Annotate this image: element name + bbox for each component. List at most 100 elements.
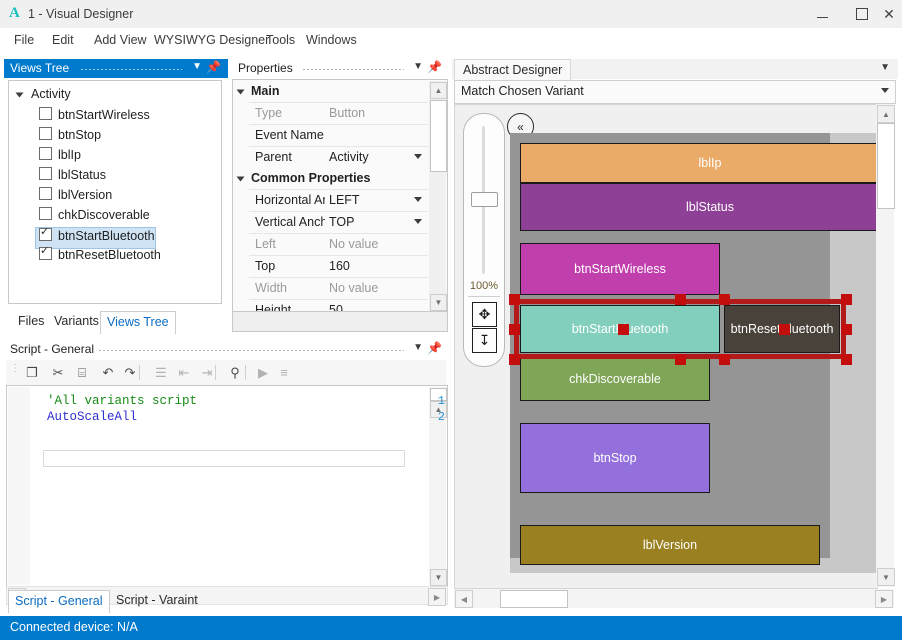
menu-item-tools[interactable]: Tools — [260, 28, 301, 53]
scroll-right-icon[interactable]: ▶ — [875, 590, 893, 608]
design-view-lblStatus[interactable]: lblStatus — [520, 183, 878, 231]
minimize-button[interactable] — [802, 0, 842, 28]
checkbox-btnStartBluetooth[interactable] — [39, 228, 52, 241]
selection-handle-nw[interactable] — [509, 294, 520, 305]
scroll-down-icon[interactable]: ▼ — [430, 294, 447, 311]
paste-icon[interactable]: ⌸ — [72, 363, 92, 382]
property-value[interactable]: LEFT — [329, 193, 360, 207]
chevron-expand-icon[interactable] — [237, 177, 245, 182]
chevron-down-icon[interactable]: ▼ — [413, 61, 423, 72]
selection-handle-ne[interactable] — [841, 294, 852, 305]
property-value[interactable]: Activity — [329, 150, 369, 164]
scroll-thumb[interactable] — [430, 100, 447, 172]
checkbox-chkDiscoverable[interactable] — [39, 207, 52, 220]
selection-handle-n[interactable] — [675, 294, 686, 305]
cut-icon[interactable]: ✂ — [48, 363, 68, 382]
views-tree-item-lblStatus[interactable]: lblStatus — [39, 167, 106, 187]
script-editor[interactable]: ▲ ▼ 1'All variants script2AutoScaleAll — [6, 385, 448, 587]
device-canvas[interactable]: lblIplblStatusbtnStartWirelessbtnStartBl… — [510, 133, 830, 558]
designer-canvas[interactable]: 100% ✥ ↧ « lblIplblStatusbtnStartWireles… — [454, 104, 878, 589]
tab-abstract-designer[interactable]: Abstract Designer — [454, 59, 571, 80]
bottom-tab-files[interactable]: Files — [12, 311, 50, 333]
designer-vscrollbar[interactable]: ▲ ▼ — [876, 104, 894, 587]
code-line[interactable]: AutoScaleAll — [47, 410, 137, 424]
chevron-down-icon[interactable] — [414, 219, 422, 224]
scroll-thumb[interactable] — [500, 590, 568, 608]
bottom-tab-variants[interactable]: Variants — [48, 311, 105, 333]
property-row-parent[interactable]: ParentActivity — [249, 146, 428, 169]
zoom-slider-thumb[interactable] — [471, 192, 498, 207]
search-icon[interactable]: ⚲ — [225, 363, 245, 382]
property-row-width[interactable]: WidthNo value — [249, 277, 428, 300]
selection-handle-se[interactable] — [841, 354, 852, 365]
property-row-left[interactable]: LeftNo value — [249, 233, 428, 256]
property-row-top[interactable]: Top160 — [249, 255, 428, 278]
selection-handle-w[interactable] — [509, 324, 520, 335]
property-value[interactable]: 160 — [329, 259, 350, 273]
views-tree-body[interactable]: Activity btnStartWirelessbtnStoplblIplbl… — [8, 80, 222, 304]
chevron-down-icon[interactable]: ▼ — [192, 61, 202, 72]
views-tree-item-lblIp[interactable]: lblIp — [39, 147, 81, 167]
checkbox-btnResetBluetooth[interactable] — [39, 247, 52, 260]
chevron-down-icon[interactable]: ▼ — [413, 342, 423, 353]
chevron-down-icon[interactable] — [414, 154, 422, 159]
chevron-down-icon[interactable] — [414, 197, 422, 202]
pin-icon[interactable]: 📌 — [206, 60, 221, 74]
code-line[interactable]: 'All variants script — [47, 394, 197, 408]
menu-item-file[interactable]: File — [8, 28, 40, 53]
selection-handle-s[interactable] — [675, 354, 686, 365]
variant-selector[interactable]: Match Chosen Variant — [454, 80, 896, 104]
scroll-down-icon[interactable]: ▼ — [877, 568, 895, 586]
checkbox-lblStatus[interactable] — [39, 167, 52, 180]
move-tool-icon[interactable]: ✥ — [472, 302, 497, 327]
scroll-left-icon[interactable]: ◀ — [455, 590, 473, 608]
selection-center-handle[interactable] — [618, 324, 629, 335]
property-row-vertical-anch[interactable]: Vertical AnchTOP — [249, 211, 428, 234]
menu-item-windows[interactable]: Windows — [300, 28, 363, 53]
views-tree-item-btnStop[interactable]: btnStop — [39, 127, 101, 147]
undo-icon[interactable]: ↶ — [98, 363, 118, 382]
design-view-lblIp[interactable]: lblIp — [520, 143, 878, 183]
property-value[interactable]: TOP — [329, 215, 354, 229]
views-tree-item-btnStartBluetooth[interactable]: btnStartBluetooth — [35, 227, 156, 249]
property-row-type[interactable]: TypeButton — [249, 102, 428, 125]
chevron-down-icon[interactable]: ▼ — [880, 62, 890, 73]
selection-handle-inner-bottom[interactable] — [719, 354, 730, 365]
chevron-expand-icon[interactable] — [237, 90, 245, 95]
snapshot-icon[interactable]: ↧ — [472, 328, 497, 353]
pin-icon[interactable]: 📌 — [427, 341, 442, 355]
views-tree-item-lblVersion[interactable]: lblVersion — [39, 187, 112, 207]
property-value[interactable]: Button — [329, 106, 365, 120]
scroll-thumb[interactable] — [877, 123, 895, 209]
script-tab-script-general[interactable]: Script - General — [8, 590, 110, 613]
menu-item-edit[interactable]: Edit — [46, 28, 80, 53]
property-row-event-name[interactable]: Event Name — [249, 124, 428, 147]
pin-icon[interactable]: 📌 — [427, 60, 442, 74]
toolbar-grip[interactable]: ⋮ — [10, 366, 20, 371]
properties-scrollbar[interactable]: ▲ ▼ — [429, 81, 446, 311]
properties-group-common-properties[interactable]: Common Properties — [233, 168, 428, 189]
chevron-down-icon[interactable] — [881, 88, 889, 93]
checkbox-lblIp[interactable] — [39, 147, 52, 160]
selection-handle-inner-top[interactable] — [719, 294, 730, 305]
chevron-expand-icon[interactable] — [16, 93, 24, 98]
checkbox-btnStartWireless[interactable] — [39, 107, 52, 120]
checkbox-lblVersion[interactable] — [39, 187, 52, 200]
script-tab-script-varaint[interactable]: Script - Varaint — [110, 590, 204, 612]
designer-hscrollbar[interactable]: ◀ ▶ — [454, 589, 894, 608]
selection-handle-sw[interactable] — [509, 354, 520, 365]
copy-icon[interactable]: ❐ — [22, 363, 42, 382]
zoom-control[interactable]: 100% ✥ ↧ — [463, 113, 505, 367]
properties-grid[interactable]: ▲ ▼ MainTypeButtonEvent NameParentActivi… — [232, 79, 448, 313]
selection-handle-e[interactable] — [841, 324, 852, 335]
selection-center-handle-2[interactable] — [779, 324, 790, 335]
menu-item-wysiwyg-designer[interactable]: WYSIWYG Designer — [148, 28, 275, 53]
checkbox-btnStop[interactable] — [39, 127, 52, 140]
selection-frame[interactable] — [514, 299, 846, 359]
design-view-btnStop[interactable]: btnStop — [520, 423, 710, 493]
properties-group-main[interactable]: Main — [233, 81, 428, 102]
views-tree-item-btnResetBluetooth[interactable]: btnResetBluetooth — [39, 247, 161, 267]
scroll-up-icon[interactable]: ▲ — [877, 105, 895, 123]
redo-icon[interactable]: ↷ — [120, 363, 140, 382]
bottom-tab-views-tree[interactable]: Views Tree — [100, 311, 176, 334]
